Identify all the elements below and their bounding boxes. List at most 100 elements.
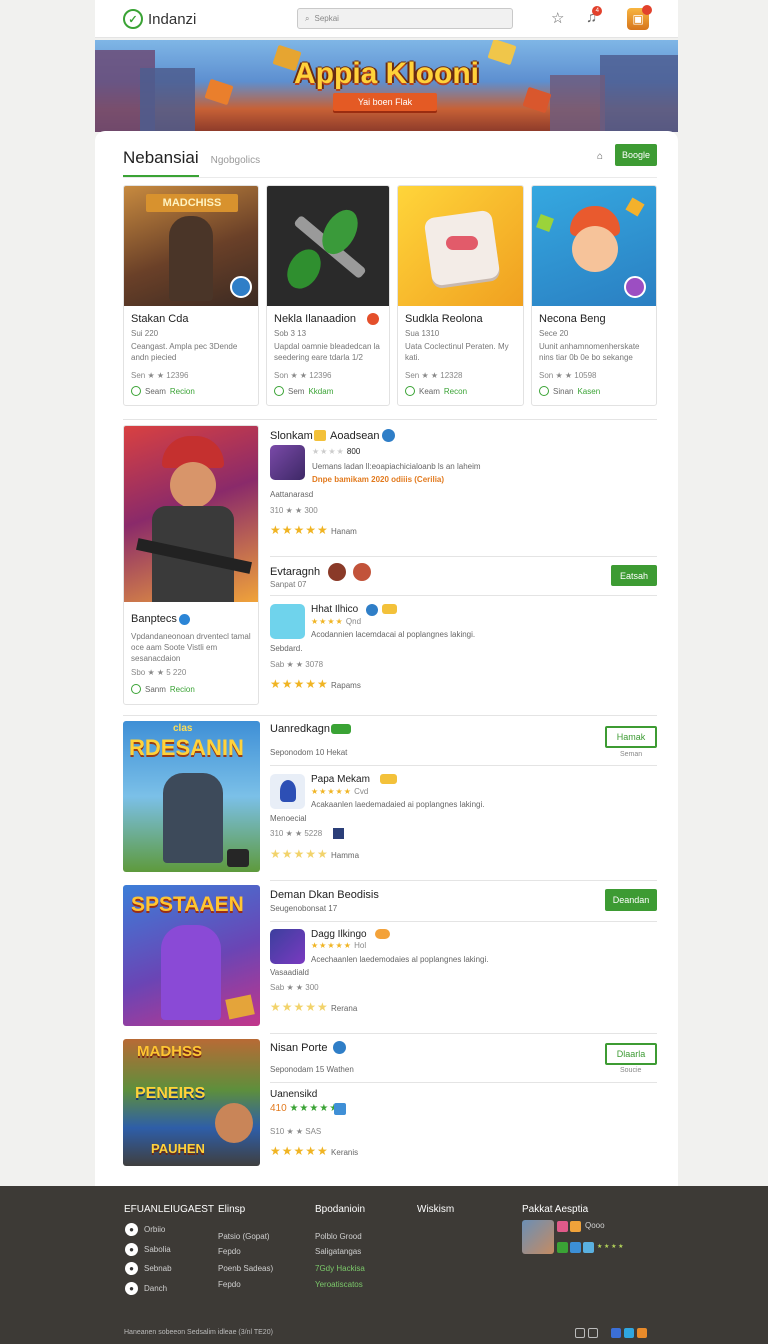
- search-icon: ⌕: [305, 13, 310, 23]
- list3-title[interactable]: Uanredkagn: [270, 723, 330, 735]
- install-icon: [539, 386, 549, 396]
- app-card-install[interactable]: Seam Recion: [131, 386, 195, 396]
- footer-app-thumbnail[interactable]: [522, 1220, 554, 1254]
- feature-card-install[interactable]: Sanm Recion: [131, 684, 195, 694]
- app-card-install[interactable]: Sinan Kasen: [539, 386, 600, 396]
- app-card-image: [267, 186, 389, 306]
- app-card-install[interactable]: Sem Kkdam: [274, 386, 333, 396]
- list2-action-button[interactable]: Eatsah: [611, 565, 657, 586]
- list3-art-badge-icon: [227, 849, 249, 867]
- list4-subtitle: Seugenobonsat 17: [270, 904, 338, 913]
- list4-action-button[interactable]: Deandan: [605, 889, 657, 911]
- install-icon: [405, 386, 415, 396]
- google-button[interactable]: Boogle: [615, 144, 657, 166]
- list4-app-rating-value: Hol: [354, 941, 367, 950]
- feature-card-image: [124, 426, 258, 602]
- app-card-badge-icon: [624, 276, 646, 298]
- app-card[interactable]: Nekla Ilanaadion Sob 3 13 Uapdal oamnie …: [266, 185, 390, 406]
- footer-col2-link[interactable]: Fepdo: [218, 1280, 241, 1289]
- app-card[interactable]: Sudkla Reolona Sua 1310 Uata Coclectinul…: [397, 185, 524, 406]
- footer-col1-link[interactable]: Orbiio: [144, 1225, 165, 1234]
- install-label: Sinan: [553, 386, 574, 396]
- feature-card-desc: Vpdandaneonoan drventecl tamal oce aam S…: [131, 632, 251, 663]
- list4-art[interactable]: SPSTAAEN: [123, 885, 260, 1026]
- list2-app-icon[interactable]: [270, 604, 305, 639]
- notification-bell-icon[interactable]: ♫ 4: [586, 6, 603, 26]
- footer-col1-link[interactable]: Sebnab: [144, 1264, 172, 1273]
- footer-col1-title: EFUANLEIUGAEST: [124, 1204, 215, 1215]
- app-card-character: [572, 226, 618, 272]
- footer-app-stars: ★ ★ ★ ★: [597, 1244, 624, 1250]
- divider: [270, 595, 657, 596]
- list4-reviews: Sab ★ ★ 300: [270, 983, 319, 992]
- app-card[interactable]: MADCHISS Stakan Cda Sui 220 Ceangast. Am…: [123, 185, 259, 406]
- hero-banner[interactable]: Appia Klooni Yai boen Flak: [95, 40, 678, 132]
- list5-verified-icon: [333, 1041, 346, 1054]
- install-action: Recion: [169, 386, 195, 396]
- app-card-desc: Uunit anhamnomenherskate nins tiar 0b 0e…: [539, 342, 640, 362]
- app-card[interactable]: Necona Beng Sece 20 Uunit anhamnomenhers…: [531, 185, 657, 406]
- list4-app-name: Dagg Ilkingo: [311, 929, 367, 940]
- footer-col3-link[interactable]: Yeroatiscatos: [315, 1280, 363, 1289]
- footer-app-icon[interactable]: [583, 1242, 594, 1253]
- feature-card[interactable]: Banptecs Vpdandaneonoan drventecl tamal …: [123, 425, 259, 705]
- list3-art[interactable]: clas RDESANIN: [123, 721, 260, 872]
- twitter-icon[interactable]: [624, 1328, 634, 1338]
- footer-col3-link[interactable]: Polblo Grood: [315, 1232, 362, 1241]
- footer-col2-link[interactable]: Fepdo: [218, 1247, 241, 1256]
- facebook-icon[interactable]: [611, 1328, 621, 1338]
- app-card-image: MADCHISS: [124, 186, 258, 306]
- list3-rating-label: Hamma: [331, 851, 360, 860]
- install-action: Recion: [169, 684, 195, 694]
- list4-desc: Acechaanlen laedemodaies al poplangnes l…: [311, 955, 489, 964]
- list3-art-character: [163, 773, 223, 863]
- list5-action-button[interactable]: Dlaarla: [605, 1043, 657, 1065]
- list1-app-icon[interactable]: [270, 445, 305, 480]
- footer-social-icon[interactable]: [588, 1328, 598, 1338]
- list1-stars: ★★★★★ Hanam: [270, 523, 357, 537]
- footer-copyright: Haneanen sobeeon Sedsalim idleae (3/nl T…: [124, 1329, 273, 1336]
- footer-app-icon[interactable]: [557, 1242, 568, 1253]
- rss-icon[interactable]: [637, 1328, 647, 1338]
- list5-art[interactable]: MADHSS PENEIRS PAUHEN: [123, 1039, 260, 1166]
- list5-title[interactable]: Nisan Porte: [270, 1042, 327, 1054]
- app-card-character-face: [446, 236, 478, 250]
- footer-app-icon[interactable]: [570, 1242, 581, 1253]
- list3-art-sub: clas: [173, 723, 193, 734]
- footer-col1-link[interactable]: Sabolia: [144, 1245, 171, 1254]
- list2-desc: Acodannien lacemdacai al poplangnes laki…: [311, 630, 476, 639]
- list2-title[interactable]: Evtaragnh: [270, 566, 320, 578]
- footer-col1-link[interactable]: Danch: [144, 1284, 167, 1293]
- tab-active[interactable]: Nebansiai: [123, 148, 199, 178]
- footer-col2-link[interactable]: Patsio (Gopat): [218, 1232, 270, 1241]
- tab-secondary[interactable]: Ngobgolics: [211, 155, 260, 178]
- list4-app-icon[interactable]: [270, 929, 305, 964]
- list3-badge2-icon: [380, 774, 397, 784]
- footer-col3-link[interactable]: 7Gdy Hackisa: [315, 1264, 365, 1273]
- footer-social-icon[interactable]: [575, 1328, 585, 1338]
- brand-logo[interactable]: ✓ Indanzi: [123, 9, 196, 29]
- list3-art-title: RDESANIN: [129, 735, 244, 760]
- footer-col3-link[interactable]: Saligatangas: [315, 1247, 361, 1256]
- list5-button-sub: Soucie: [620, 1067, 642, 1074]
- list1-title[interactable]: Slonkam: [270, 430, 313, 442]
- app-card-name: Stakan Cda: [131, 313, 189, 325]
- search-input[interactable]: ⌕ Sepkai: [297, 8, 513, 29]
- list3-action-button[interactable]: Hamak: [605, 726, 657, 748]
- list3-app-icon[interactable]: [270, 774, 305, 809]
- install-icon: [131, 386, 141, 396]
- list4-title[interactable]: Deman Dkan Beodisis: [270, 889, 379, 901]
- footer-link-icon: ●: [125, 1243, 138, 1256]
- sort-icon[interactable]: ⌂: [597, 151, 603, 162]
- list1-rating: ★★★★ 800: [312, 447, 361, 456]
- cart-badge: [642, 5, 652, 15]
- footer-app-icon[interactable]: [570, 1221, 581, 1232]
- app-card-install[interactable]: Keam Recon: [405, 386, 467, 396]
- list2-subtitle: Sanpat 07: [270, 580, 307, 589]
- cart-icon[interactable]: ▣: [627, 5, 652, 30]
- footer-col2-link[interactable]: Poenb Sadeas): [218, 1264, 273, 1273]
- footer-app-icon[interactable]: [557, 1221, 568, 1232]
- feature-card-character: [170, 462, 216, 508]
- favorites-star-icon[interactable]: ☆: [551, 9, 564, 27]
- app-card-desc: Uapdal oamnie bleadedcan la seedering ea…: [274, 342, 380, 362]
